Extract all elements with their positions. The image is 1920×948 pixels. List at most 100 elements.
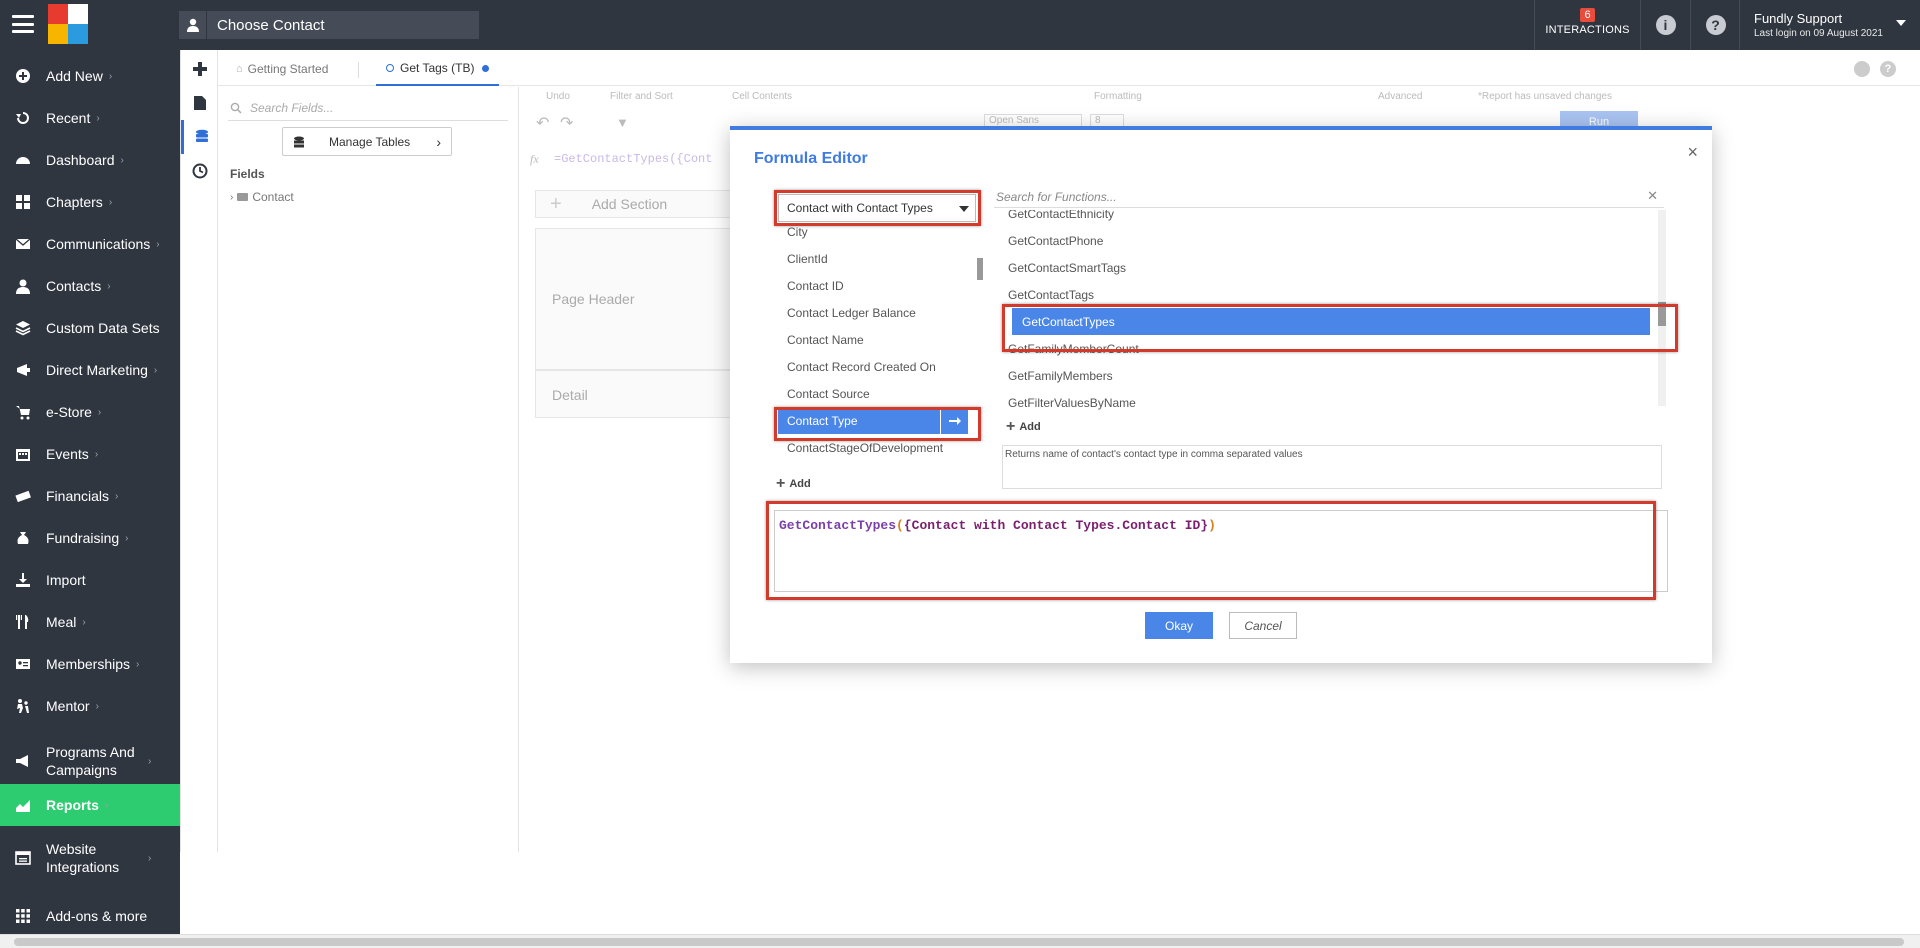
table-select[interactable]: Contact with Contact Types xyxy=(778,194,976,222)
caret-down-icon xyxy=(959,206,969,212)
fields-title: Fields xyxy=(230,167,265,181)
add-field-button[interactable]: + Add xyxy=(776,476,811,492)
sidebar-item-website-integrations[interactable]: Website Integrations › xyxy=(0,834,180,882)
sidebar-item-financials[interactable]: Financials › xyxy=(0,475,180,517)
sidebar-item-dashboard[interactable]: Dashboard › xyxy=(0,139,180,181)
hamburger-menu-icon[interactable] xyxy=(12,15,34,33)
sidebar-item-e-store[interactable]: e-Store › xyxy=(0,391,180,433)
sidebar-item-programs-and-campaigns[interactable]: Programs And Campaigns › xyxy=(0,735,180,787)
sidebar-item-reports[interactable]: Reports › xyxy=(0,784,180,826)
apps-icon xyxy=(0,908,46,924)
plus-icon xyxy=(193,62,207,76)
chevron-right-icon: › xyxy=(95,700,99,712)
formula-editor-textarea[interactable]: GetContactTypes({Contact with Contact Ty… xyxy=(774,510,1668,592)
sidebar-item-label: Fundraising xyxy=(46,530,120,546)
field-list-scrollbar[interactable] xyxy=(977,230,983,466)
chevron-right-icon: › xyxy=(120,154,124,166)
formula-editor-dialog: Formula Editor × Contact with Contact Ty… xyxy=(730,126,1712,663)
tree-item-contact[interactable]: › Contact xyxy=(230,190,294,204)
sidebar-item-recent[interactable]: Recent › xyxy=(0,97,180,139)
interactions-button[interactable]: 6 INTERACTIONS xyxy=(1534,0,1640,50)
function-list-item[interactable]: GetFilterValuesByName xyxy=(998,389,1638,410)
history-toolbar-button[interactable] xyxy=(181,154,219,188)
field-list-item[interactable]: Contact Record Created On xyxy=(778,353,968,380)
link-icon[interactable] xyxy=(1854,61,1870,77)
field-list-item[interactable]: Contact ID xyxy=(778,272,968,299)
info-button[interactable]: i xyxy=(1640,0,1690,50)
function-list-item[interactable]: GetContactTags xyxy=(998,281,1638,308)
sidebar-item-label: Import xyxy=(46,572,86,588)
formula-open-paren: ( xyxy=(896,518,904,533)
function-list-item[interactable]: GetContactSmartTags xyxy=(998,254,1638,281)
function-search-input[interactable]: Search for Functions... ✕ xyxy=(994,186,1664,208)
function-list-scrollbar[interactable] xyxy=(1658,210,1666,406)
field-list-item[interactable]: Contact Ledger Balance xyxy=(778,299,968,326)
chevron-right-icon: › xyxy=(115,490,119,502)
add-toolbar-button[interactable] xyxy=(181,52,219,86)
user-menu[interactable]: Fundly Support Last login on 09 August 2… xyxy=(1739,0,1920,50)
add-section-button[interactable]: + Add Section xyxy=(535,190,735,218)
arrow-right-icon[interactable] xyxy=(940,407,968,434)
manage-tables-button[interactable]: Manage Tables › xyxy=(282,127,452,156)
function-list-item[interactable]: GetFamilyMembers xyxy=(998,362,1638,389)
field-list-item[interactable]: City xyxy=(778,226,968,245)
search-fields-input[interactable]: Search Fields... xyxy=(228,95,508,121)
function-list-item[interactable]: GetFamilyMemberCount xyxy=(998,335,1638,362)
sidebar-item-add-ons-more[interactable]: Add-ons & more xyxy=(0,895,180,937)
history-icon xyxy=(0,110,46,126)
chevron-right-icon: › xyxy=(125,532,129,544)
field-list-item[interactable]: Contact Type xyxy=(778,407,968,434)
function-list-item[interactable]: GetContactPhone xyxy=(998,227,1638,254)
sidebar-item-meal[interactable]: Meal › xyxy=(0,601,180,643)
tab-get-tags[interactable]: Get Tags (TB) xyxy=(376,52,500,86)
sidebar-item-chapters[interactable]: Chapters › xyxy=(0,181,180,223)
logo[interactable] xyxy=(48,4,88,44)
database-toolbar-button[interactable] xyxy=(181,120,219,154)
field-list-item[interactable]: ClientId xyxy=(778,245,968,272)
horizontal-scrollbar[interactable] xyxy=(0,934,1920,948)
sidebar-item-custom-data-sets[interactable]: Custom Data Sets xyxy=(0,307,180,349)
field-label: Contact Ledger Balance xyxy=(787,305,916,320)
sidebar-item-import[interactable]: Import xyxy=(0,559,180,601)
filter-icon[interactable]: ▼ xyxy=(616,115,629,130)
field-label: ClientId xyxy=(787,251,828,266)
chevron-right-icon: › xyxy=(107,280,111,292)
clock-icon xyxy=(192,163,208,179)
okay-button[interactable]: Okay xyxy=(1145,612,1213,639)
sidebar-item-memberships[interactable]: Memberships › xyxy=(0,643,180,685)
download-icon xyxy=(0,572,46,588)
choose-contact-search[interactable]: Choose Contact xyxy=(179,11,479,39)
tab-getting-started[interactable]: ⌂ Getting Started xyxy=(236,52,328,86)
info-icon: i xyxy=(1655,15,1676,35)
close-icon[interactable]: × xyxy=(1687,142,1698,163)
cancel-button[interactable]: Cancel xyxy=(1229,612,1297,639)
sidebar-item-fundraising[interactable]: Fundraising › xyxy=(0,517,180,559)
detail-section[interactable]: Detail xyxy=(535,370,735,418)
sidebar-item-communications[interactable]: Communications › xyxy=(0,223,180,265)
page-header-section[interactable]: Page Header xyxy=(535,228,735,370)
chevron-right-icon: › xyxy=(96,112,100,124)
function-label: GetFamilyMemberCount xyxy=(1008,341,1139,356)
field-list-item[interactable]: Contact Source xyxy=(778,380,968,407)
document-toolbar-button[interactable] xyxy=(181,86,219,120)
help-button[interactable]: ? xyxy=(1690,0,1740,50)
field-list-item[interactable]: Contact Name xyxy=(778,326,968,353)
sidebar-item-label: Events xyxy=(46,446,89,462)
redo-icon[interactable]: ↷ xyxy=(560,113,573,133)
add-function-button[interactable]: + Add xyxy=(1006,419,1041,435)
sidebar-item-contacts[interactable]: Contacts › xyxy=(0,265,180,307)
add-function-label: Add xyxy=(1019,421,1041,433)
layers-icon xyxy=(0,320,46,336)
sidebar-item-events[interactable]: Events › xyxy=(0,433,180,475)
undo-icon[interactable]: ↶ xyxy=(536,113,549,133)
question-icon[interactable]: ? xyxy=(1880,61,1896,77)
function-label: GetContactSmartTags xyxy=(1008,260,1127,275)
sidebar-item-add-new[interactable]: Add New › xyxy=(0,55,180,97)
sidebar-item-mentor[interactable]: Mentor › xyxy=(0,685,180,727)
sidebar-item-direct-marketing[interactable]: Direct Marketing › xyxy=(0,349,180,391)
field-list-item[interactable]: ContactStageOfDevelopment xyxy=(778,434,968,461)
function-list-item[interactable]: GetContactTypes xyxy=(1012,308,1650,335)
clear-search-icon[interactable]: ✕ xyxy=(1647,188,1658,204)
function-list-item[interactable]: GetContactEthnicity xyxy=(998,210,1638,227)
cutlery-icon xyxy=(0,614,46,630)
